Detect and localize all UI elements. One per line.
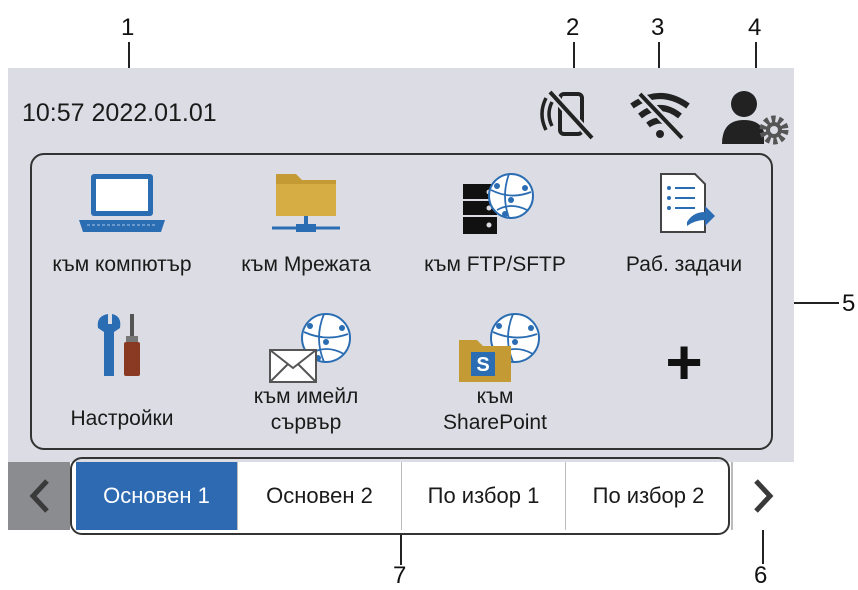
tab-gap [70,462,76,530]
callout-2: 2 [566,14,580,41]
chevron-left-icon [29,479,49,513]
callout-7: 7 [393,562,407,589]
network-folder-icon [272,174,340,232]
tile-to-network[interactable]: към Мрежата [216,170,396,278]
wifi-off-icon[interactable] [628,90,692,145]
next-screen-button[interactable] [732,462,794,530]
email-server-icon [269,313,351,383]
ftp-server-icon [463,173,534,234]
callout-6: 6 [754,562,768,589]
tile-settings[interactable]: Настройки [32,310,212,432]
tab-custom-2[interactable]: По избор 2 [566,462,732,530]
tile-label: Раб. задачи [625,253,743,276]
tile-workflows[interactable]: Раб. задачи [596,170,772,278]
callout-5: 5 [842,290,856,317]
tile-label-line1: към [476,385,514,408]
tools-icon [97,314,140,376]
callout-3: 3 [651,14,665,41]
tile-to-ftp[interactable]: към FTP/SFTP [400,170,590,278]
tile-to-sharepoint[interactable]: S към SharePoint [400,310,590,436]
date-time: 10:57 2022.01.01 [22,99,217,127]
laptop-icon [79,174,165,232]
tile-label-line1: към имейл [253,385,359,408]
workflow-icon [660,173,715,233]
tile-to-pc[interactable]: към компютър [32,170,212,278]
tab-basic-1[interactable]: Основен 1 [76,462,238,530]
svg-text:S: S [476,354,489,376]
callout-line-6 [762,530,764,564]
previous-screen-button[interactable] [8,462,70,530]
tile-label: Настройки [70,407,174,430]
tile-add-shortcut[interactable]: + [596,330,772,394]
tile-label-line2: сървър [270,411,342,434]
callout-4: 4 [748,14,762,41]
wireless-direct-off-icon[interactable] [540,88,608,149]
tile-label: към Мрежата [241,253,371,276]
tile-label: към FTP/SFTP [424,253,566,276]
callout-line-7 [400,535,402,565]
tile-to-email-server[interactable]: към имейл сървър [216,310,396,436]
tab-custom-1[interactable]: По избор 1 [402,462,566,530]
admin-settings-icon[interactable] [720,86,792,151]
callout-1: 1 [121,14,135,41]
add-icon: + [665,326,703,398]
chevron-right-icon [753,479,773,513]
sharepoint-icon: S [459,313,540,382]
tile-label-line2: SharePoint [443,411,547,434]
tile-label: към компютър [52,253,192,276]
tab-basic-2[interactable]: Основен 2 [238,462,402,530]
